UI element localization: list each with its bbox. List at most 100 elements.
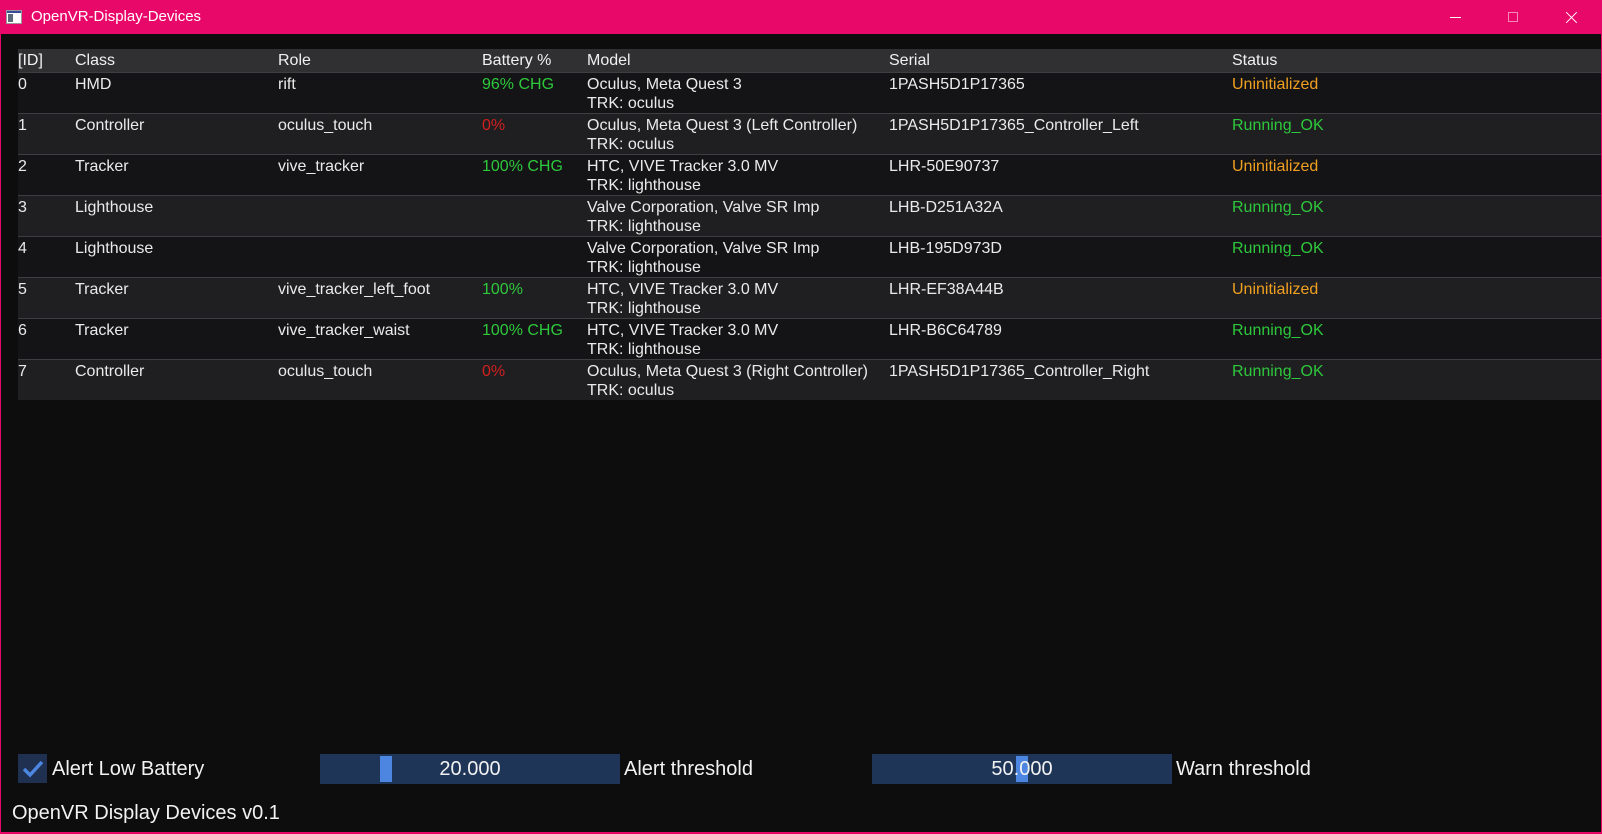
- cell-class: Lighthouse: [75, 240, 154, 257]
- cell-battery: 96% CHG: [482, 76, 555, 93]
- tracking-system: TRK: oculus: [587, 382, 675, 399]
- cell-id: 3: [18, 199, 27, 216]
- version-label: OpenVR Display Devices v0.1: [12, 802, 280, 824]
- cell-class: HMD: [75, 76, 112, 93]
- cell-model: HTC, VIVE Tracker 3.0 MV TRK: lighthouse: [587, 280, 778, 318]
- table-row[interactable]: 3 Lighthouse LHB-D251A32A Running_OK Valve C…: [18, 195, 1601, 236]
- cell-battery: 0%: [482, 117, 506, 134]
- table-row[interactable]: 5 Tracker vive_tracker_left_foot 100% LHR-EF…: [18, 277, 1601, 318]
- warn-threshold-value: 50.000: [991, 758, 1053, 780]
- model-name: Valve Corporation, Valve SR Imp: [587, 199, 820, 216]
- header-serial[interactable]: Serial: [889, 51, 930, 71]
- header-status[interactable]: Status: [1232, 51, 1277, 71]
- cell-battery: 100% CHG: [482, 158, 563, 175]
- alert-threshold-slider[interactable]: 20.000: [320, 754, 620, 784]
- header-id[interactable]: [ID]: [18, 51, 43, 71]
- header-class[interactable]: Class: [75, 51, 115, 71]
- tracking-system: TRK: lighthouse: [587, 218, 701, 235]
- model-name: Valve Corporation, Valve SR Imp: [587, 240, 820, 257]
- cell-serial: LHR-EF38A44B: [889, 281, 1004, 298]
- cell-id: 2: [18, 158, 27, 175]
- cell-class: Controller: [75, 117, 145, 134]
- cell-serial: 1PASH5D1P17365_Controller_Right: [889, 363, 1150, 380]
- tracking-system: TRK: lighthouse: [587, 259, 701, 276]
- cell-model: HTC, VIVE Tracker 3.0 MV TRK: lighthouse: [587, 157, 778, 195]
- cell-serial: 1PASH5D1P17365: [889, 76, 1025, 93]
- cell-class: Tracker: [75, 158, 129, 175]
- alert-threshold-label: Alert threshold: [624, 758, 753, 780]
- cell-status: Uninitialized: [1232, 281, 1319, 298]
- cell-id: 0: [18, 76, 27, 93]
- warn-threshold-label: Warn threshold: [1176, 758, 1311, 780]
- table-header: [ID] Class Role Battery % Model Serial S…: [18, 49, 1601, 72]
- cell-role: oculus_touch: [278, 117, 373, 134]
- header-role[interactable]: Role: [278, 51, 311, 71]
- minimize-button[interactable]: [1426, 1, 1484, 34]
- cell-status: Running_OK: [1232, 322, 1324, 339]
- cell-model: Valve Corporation, Valve SR Imp TRK: ligh…: [587, 198, 819, 236]
- cell-serial: LHR-B6C64789: [889, 322, 1002, 339]
- table-body: 0 HMD rift 96% CHG 1PASH5D1P17365 Uninitializ…: [18, 72, 1601, 400]
- window-title: OpenVR-Display-Devices: [31, 8, 202, 25]
- alert-threshold-value: 20.000: [439, 758, 501, 780]
- cell-id: 1: [18, 117, 27, 134]
- checkmark-icon: [22, 760, 44, 778]
- cell-status: Running_OK: [1232, 117, 1324, 134]
- cell-model: Oculus, Meta Quest 3 (Left Controller) TR…: [587, 116, 857, 154]
- cell-battery: 0%: [482, 363, 506, 380]
- cell-serial: LHB-D251A32A: [889, 199, 1003, 216]
- table-row[interactable]: 7 Controller oculus_touch 0% 1PASH5D1P17365_…: [18, 359, 1601, 400]
- devices-table: [ID] Class Role Battery % Model Serial S…: [18, 49, 1601, 400]
- app-icon: [6, 10, 22, 24]
- alert-low-battery-label: Alert Low Battery: [52, 758, 205, 780]
- alert-low-battery-checkbox[interactable]: [18, 754, 47, 783]
- table-row[interactable]: 0 HMD rift 96% CHG 1PASH5D1P17365 Uninitializ…: [18, 72, 1601, 113]
- cell-status: Running_OK: [1232, 199, 1324, 216]
- cell-battery: 100%: [482, 281, 523, 298]
- cell-class: Tracker: [75, 322, 129, 339]
- tracking-system: TRK: lighthouse: [587, 177, 701, 194]
- cell-model: Oculus, Meta Quest 3 (Right Controller) T…: [587, 362, 868, 400]
- cell-class: Controller: [75, 363, 145, 380]
- cell-role: vive_tracker_waist: [278, 322, 410, 339]
- tracking-system: TRK: lighthouse: [587, 300, 701, 317]
- cell-role: oculus_touch: [278, 363, 373, 380]
- cell-status: Uninitialized: [1232, 158, 1319, 175]
- header-model[interactable]: Model: [587, 51, 631, 71]
- cell-battery: 100% CHG: [482, 322, 563, 339]
- tracking-system: TRK: lighthouse: [587, 341, 701, 358]
- cell-model: Oculus, Meta Quest 3 TRK: oculus: [587, 75, 742, 113]
- cell-status: Running_OK: [1232, 363, 1324, 380]
- cell-serial: LHR-50E90737: [889, 158, 1000, 175]
- cell-class: Lighthouse: [75, 199, 154, 216]
- cell-model: Valve Corporation, Valve SR Imp TRK: ligh…: [587, 239, 819, 277]
- cell-id: 5: [18, 281, 27, 298]
- warn-threshold-slider[interactable]: 50.000: [872, 754, 1172, 784]
- close-icon: [1565, 11, 1578, 24]
- cell-serial: LHB-195D973D: [889, 240, 1002, 257]
- table-row[interactable]: 4 Lighthouse LHB-195D973D Running_OK Valve C…: [18, 236, 1601, 277]
- model-name: Oculus, Meta Quest 3 (Left Controller): [587, 117, 858, 134]
- minimize-icon: [1450, 17, 1461, 18]
- title-bar[interactable]: OpenVR-Display-Devices: [1, 1, 1601, 34]
- cell-status: Uninitialized: [1232, 76, 1319, 93]
- tracking-system: TRK: oculus: [587, 136, 675, 153]
- cell-role: vive_tracker: [278, 158, 365, 175]
- model-name: HTC, VIVE Tracker 3.0 MV: [587, 281, 779, 298]
- model-name: HTC, VIVE Tracker 3.0 MV: [587, 322, 779, 339]
- cell-model: HTC, VIVE Tracker 3.0 MV TRK: lighthouse: [587, 321, 778, 359]
- maximize-button[interactable]: [1484, 1, 1542, 34]
- table-row[interactable]: 1 Controller oculus_touch 0% 1PASH5D1P17365_…: [18, 113, 1601, 154]
- cell-id: 4: [18, 240, 27, 257]
- header-battery[interactable]: Battery %: [482, 51, 551, 71]
- close-button[interactable]: [1542, 1, 1600, 34]
- model-name: Oculus, Meta Quest 3 (Right Controller): [587, 363, 868, 380]
- tracking-system: TRK: oculus: [587, 95, 675, 112]
- table-row[interactable]: 6 Tracker vive_tracker_waist 100% CHG LHR-B6…: [18, 318, 1601, 359]
- cell-role: vive_tracker_left_foot: [278, 281, 431, 298]
- cell-id: 6: [18, 322, 27, 339]
- table-row[interactable]: 2 Tracker vive_tracker 100% CHG LHR-50E90737…: [18, 154, 1601, 195]
- cell-status: Running_OK: [1232, 240, 1324, 257]
- cell-serial: 1PASH5D1P17365_Controller_Left: [889, 117, 1139, 134]
- cell-role: rift: [278, 76, 296, 93]
